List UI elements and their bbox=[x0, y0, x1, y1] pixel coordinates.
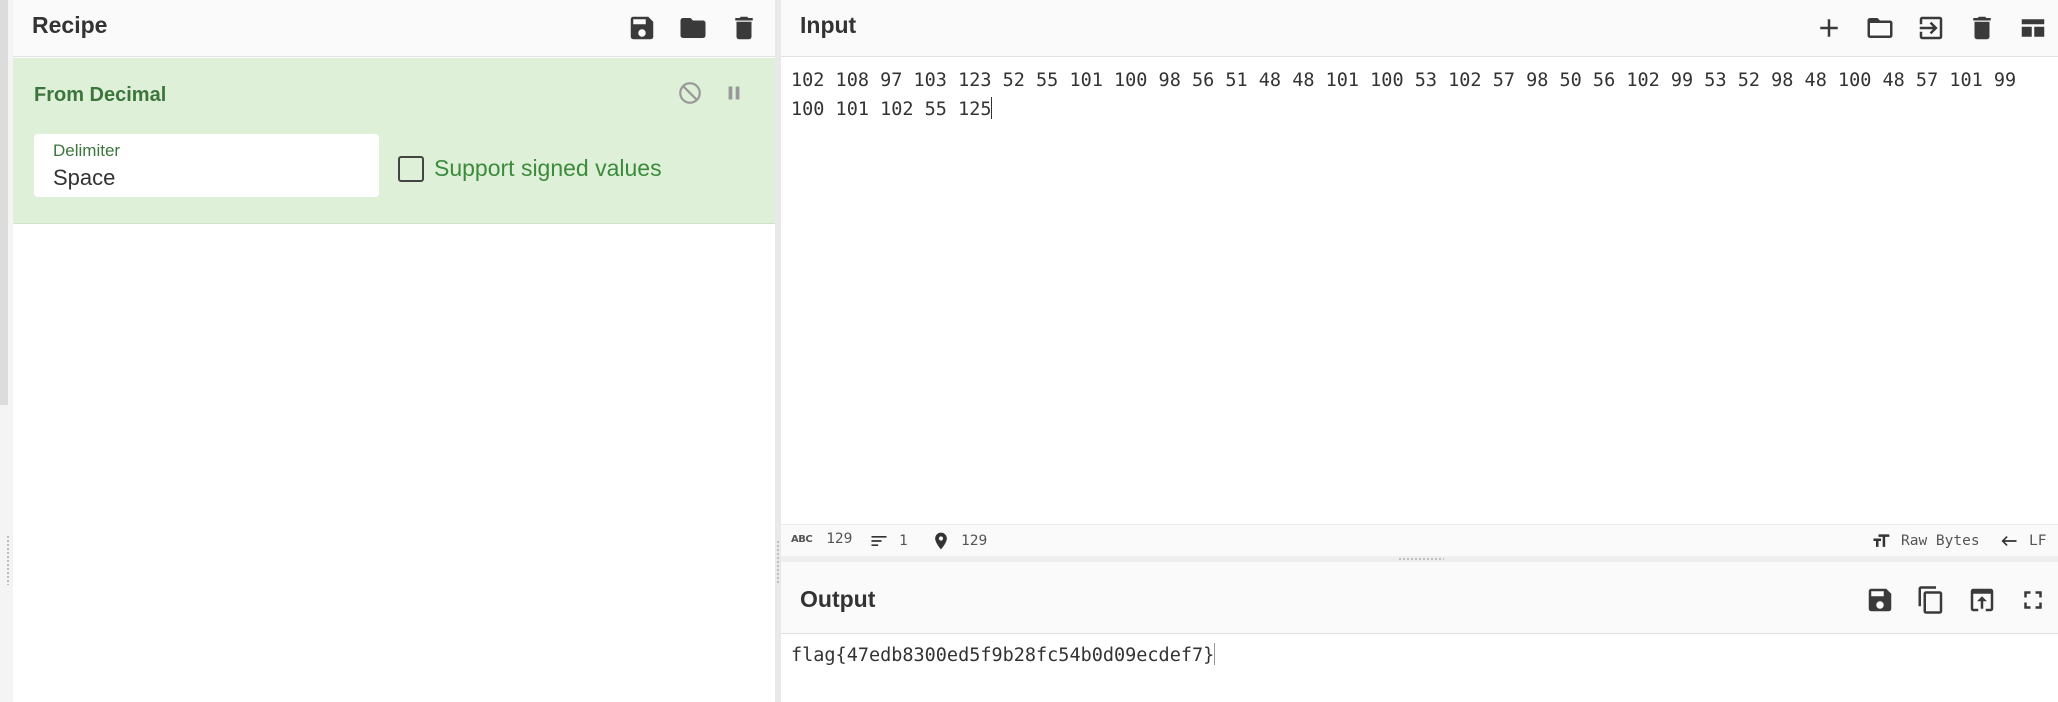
layout-icon bbox=[2021, 19, 2044, 37]
location-icon bbox=[935, 532, 947, 550]
open-file-button[interactable] bbox=[1905, 8, 1956, 48]
text-size-icon bbox=[1873, 534, 1890, 547]
signed-values-label: Support signed values bbox=[434, 155, 662, 181]
recipe-pane: Recipe From Decimal Delimiter Space Supp… bbox=[13, 0, 775, 702]
clear-input-button[interactable] bbox=[1956, 8, 2007, 48]
input-title: Input bbox=[800, 12, 857, 38]
signed-values-option[interactable]: Support signed values bbox=[398, 155, 662, 182]
delimiter-field[interactable]: Delimiter Space bbox=[34, 134, 379, 197]
return-icon bbox=[2001, 536, 2017, 546]
replace-input-icon bbox=[1970, 588, 1993, 612]
replace-input-button[interactable] bbox=[1956, 580, 2007, 620]
lines-value: 1 bbox=[899, 533, 908, 549]
disable-icon[interactable] bbox=[677, 80, 703, 106]
load-recipe-button[interactable] bbox=[667, 8, 718, 48]
output-textarea[interactable]: flag{47edb8300ed5f9b28fc54b0d09ecdef7} bbox=[791, 641, 1216, 670]
recipe-title: Recipe bbox=[32, 12, 108, 38]
lines-icon bbox=[871, 536, 887, 546]
resize-grip[interactable] bbox=[776, 540, 780, 585]
output-pane: Output flag{47edb8300ed5f9b28fc54b0d09ec… bbox=[781, 562, 2058, 702]
save-icon bbox=[1868, 588, 1891, 612]
operation-from-decimal[interactable]: From Decimal Delimiter Space Support sig… bbox=[13, 58, 775, 224]
text-caret bbox=[991, 97, 993, 119]
delimiter-value[interactable]: Space bbox=[53, 165, 115, 191]
reset-layout-button[interactable] bbox=[2007, 8, 2058, 48]
copy-icon bbox=[1918, 586, 1942, 614]
encoding-value: Raw Bytes bbox=[1901, 533, 1980, 549]
position-stat: 129 bbox=[931, 531, 987, 551]
text-caret bbox=[1214, 643, 1216, 665]
operation-title: From Decimal bbox=[34, 84, 167, 106]
clear-recipe-button[interactable] bbox=[718, 8, 769, 48]
pause-icon[interactable] bbox=[721, 80, 747, 106]
output-header: Output bbox=[781, 562, 2058, 634]
trash-icon bbox=[734, 16, 753, 40]
left-scroll-strip bbox=[0, 0, 13, 702]
copy-output-button[interactable] bbox=[1905, 580, 1956, 620]
resize-grip[interactable] bbox=[6, 535, 10, 585]
open-folder-icon bbox=[1867, 18, 1892, 38]
import-icon bbox=[1919, 16, 1942, 40]
plus-icon bbox=[1819, 19, 1838, 37]
eol-value: LF bbox=[2029, 533, 2047, 549]
maximize-icon bbox=[2023, 591, 2042, 609]
folder-icon bbox=[680, 18, 705, 38]
length-stat: ABC 129 bbox=[791, 531, 852, 547]
input-statusbar: ABC 129 1 129 Raw Bytes LF bbox=[781, 524, 2058, 556]
input-content: 102 108 97 103 123 52 55 101 100 98 56 5… bbox=[791, 70, 2028, 120]
scrollbar[interactable] bbox=[0, 0, 8, 405]
abc-icon: ABC bbox=[791, 533, 813, 545]
position-value: 129 bbox=[961, 533, 988, 549]
output-content: flag{47edb8300ed5f9b28fc54b0d09ecdef7} bbox=[791, 645, 1215, 666]
save-output-button[interactable] bbox=[1854, 580, 1905, 620]
signed-values-checkbox[interactable] bbox=[398, 155, 424, 182]
output-title: Output bbox=[800, 586, 876, 612]
input-header: Input bbox=[781, 0, 2058, 57]
save-recipe-button[interactable] bbox=[616, 8, 667, 48]
trash-icon bbox=[1972, 16, 1991, 40]
input-pane: Input 102 108 97 103 123 52 55 101 100 9… bbox=[781, 0, 2058, 558]
save-icon bbox=[630, 16, 653, 40]
maximize-output-button[interactable] bbox=[2007, 580, 2058, 620]
encoding-selector[interactable]: Raw Bytes bbox=[1871, 531, 1980, 551]
input-textarea[interactable]: 102 108 97 103 123 52 55 101 100 98 56 5… bbox=[791, 66, 2053, 124]
length-value: 129 bbox=[826, 531, 853, 547]
delimiter-label: Delimiter bbox=[53, 141, 121, 160]
resize-grip[interactable] bbox=[1398, 557, 1444, 561]
recipe-header: Recipe bbox=[13, 0, 775, 57]
add-input-button[interactable] bbox=[1803, 8, 1854, 48]
open-folder-button[interactable] bbox=[1854, 8, 1905, 48]
eol-selector[interactable]: LF bbox=[1999, 531, 2046, 551]
lines-stat: 1 bbox=[869, 531, 908, 551]
